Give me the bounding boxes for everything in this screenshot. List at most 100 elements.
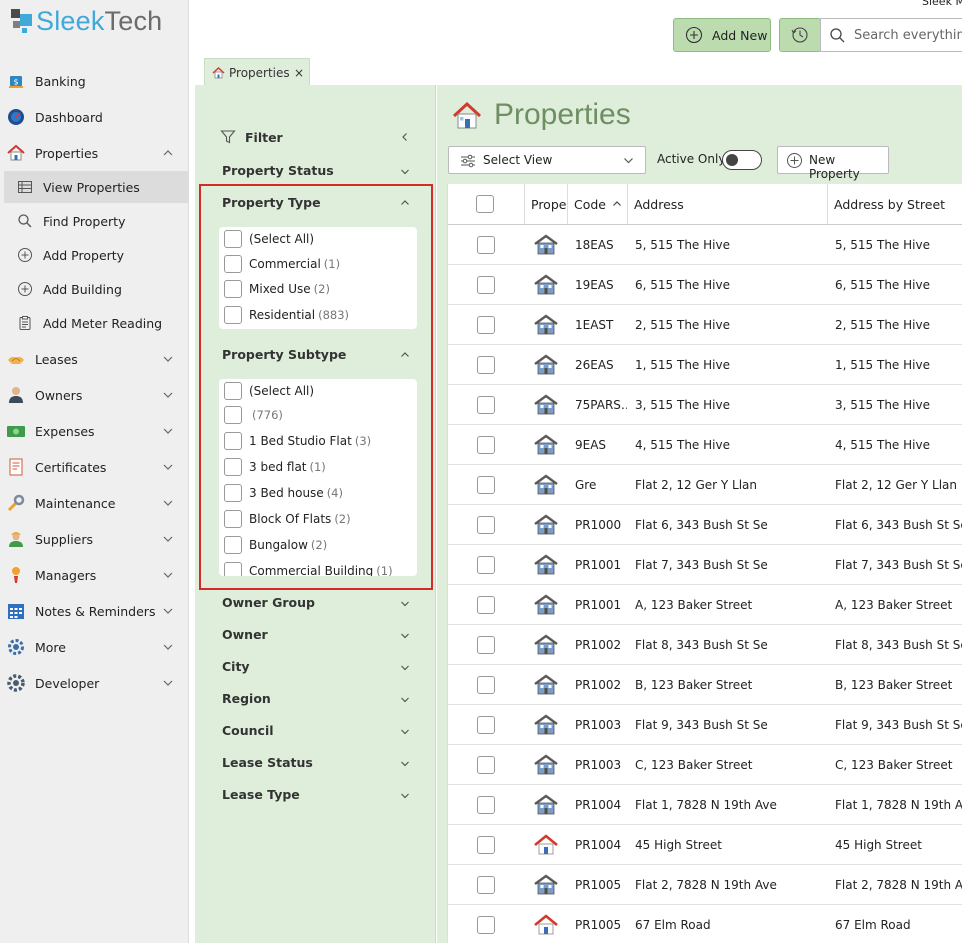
chevron-down-icon[interactable] [400, 166, 410, 176]
sidebar-item-certificates[interactable]: Certificates [0, 452, 189, 482]
row-checkbox[interactable] [477, 436, 495, 454]
sidebar-item-properties[interactable]: Properties [0, 138, 189, 168]
row-checkbox[interactable] [477, 476, 495, 494]
chevron-down-icon[interactable] [400, 726, 410, 736]
chevron-down-icon[interactable] [400, 694, 410, 704]
sidebar-item-suppliers[interactable]: Suppliers [0, 524, 189, 554]
table-row[interactable]: 19EAS 6, 515 The Hive 6, 515 The Hive [448, 265, 962, 305]
chevron-down-icon[interactable] [162, 677, 174, 689]
table-row[interactable]: PR1000 Flat 6, 343 Bush St Se Flat 6, 343 … [448, 505, 962, 545]
sidebar-item-leases[interactable]: Leases [0, 344, 189, 374]
history-button[interactable] [779, 18, 821, 52]
sidebar-item-managers[interactable]: Managers [0, 560, 189, 590]
sidebar-item-expenses[interactable]: Expenses [0, 416, 189, 446]
search-box[interactable]: Search everything [820, 18, 962, 52]
table-row[interactable]: PR1005 67 Elm Road 67 Elm Road [448, 905, 962, 943]
chevron-down-icon[interactable] [400, 598, 410, 608]
chevron-down-icon[interactable] [162, 641, 174, 653]
row-checkbox[interactable] [477, 316, 495, 334]
chevron-down-icon[interactable] [400, 790, 410, 800]
sidebar-item-banking[interactable]: $ Banking [0, 66, 189, 96]
address-by-street-cell: Flat 2, 12 Ger Y Llan [835, 478, 958, 492]
chevron-down-icon[interactable] [162, 533, 174, 545]
select-all-column[interactable] [448, 184, 525, 224]
select-view-dropdown[interactable]: Select View [448, 146, 646, 174]
column-header-prope[interactable]: Prope [525, 184, 568, 224]
table-row[interactable]: PR1002 B, 123 Baker Street B, 123 Baker St… [448, 665, 962, 705]
close-icon[interactable]: × [294, 66, 304, 80]
table-row[interactable]: Gre Flat 2, 12 Ger Y Llan Flat 2, 12 Ger Y… [448, 465, 962, 505]
address-by-street-cell: 4, 515 The Hive [835, 438, 930, 452]
table-row[interactable]: 9EAS 4, 515 The Hive 4, 515 The Hive [448, 425, 962, 465]
chevron-down-icon[interactable] [162, 461, 174, 473]
building-icon [534, 785, 558, 825]
code-cell: PR1005 [575, 918, 622, 932]
row-checkbox[interactable] [477, 836, 495, 854]
table-row[interactable]: PR1003 Flat 9, 343 Bush St Se Flat 9, 343 … [448, 705, 962, 745]
table-row[interactable]: 75PARS… 3, 515 The Hive 3, 515 The Hive [448, 385, 962, 425]
address-by-street-cell: B, 123 Baker Street [835, 678, 953, 692]
add-new-button[interactable]: Add New [673, 18, 771, 52]
chevron-down-icon[interactable] [400, 630, 410, 640]
chevron-down-icon[interactable] [400, 662, 410, 672]
row-checkbox[interactable] [477, 756, 495, 774]
row-checkbox[interactable] [477, 236, 495, 254]
row-checkbox[interactable] [477, 916, 495, 934]
column-header-address[interactable]: Address [628, 184, 828, 224]
column-header-address-by-street[interactable]: Address by Street [828, 184, 962, 224]
sidebar-subitem-add-property[interactable]: Add Property [4, 239, 189, 271]
row-checkbox[interactable] [477, 556, 495, 574]
chevron-down-icon[interactable] [162, 389, 174, 401]
chevron-down-icon[interactable] [162, 605, 174, 617]
sidebar-item-more[interactable]: More [0, 632, 189, 662]
search-input[interactable]: Search everything [854, 28, 962, 43]
select-all-checkbox[interactable] [476, 195, 494, 213]
row-checkbox[interactable] [477, 676, 495, 694]
sidebar-item-maintenance[interactable]: Maintenance [0, 488, 189, 518]
sidebar-subitem-add-building[interactable]: Add Building [4, 273, 189, 305]
new-property-button[interactable]: New Property [777, 146, 889, 181]
chevron-down-icon[interactable] [162, 569, 174, 581]
row-checkbox[interactable] [477, 516, 495, 534]
row-checkbox[interactable] [477, 396, 495, 414]
table-row[interactable]: PR1004 45 High Street 45 High Street [448, 825, 962, 865]
active-only-toggle[interactable] [722, 150, 762, 170]
sidebar-item-dashboard[interactable]: Dashboard [0, 102, 189, 132]
sidebar-item-developer[interactable]: Developer [0, 668, 189, 698]
row-checkbox[interactable] [477, 636, 495, 654]
table-row[interactable]: 26EAS 1, 515 The Hive 1, 515 The Hive [448, 345, 962, 385]
row-checkbox[interactable] [477, 796, 495, 814]
row-checkbox[interactable] [477, 356, 495, 374]
chevron-down-icon[interactable] [162, 497, 174, 509]
table-row[interactable]: PR1001 Flat 7, 343 Bush St Se Flat 7, 343 … [448, 545, 962, 585]
table-row[interactable]: 1EAST 2, 515 The Hive 2, 515 The Hive [448, 305, 962, 345]
history-icon [791, 26, 809, 47]
sidebar-item-label: Suppliers [35, 531, 94, 547]
app-logo[interactable]: SleekTech [8, 4, 162, 38]
row-checkbox[interactable] [477, 716, 495, 734]
table-row[interactable]: PR1003 C, 123 Baker Street C, 123 Baker St… [448, 745, 962, 785]
sidebar-subitem-view-properties[interactable]: View Properties [4, 171, 189, 203]
collapse-filter-icon[interactable] [400, 131, 410, 141]
sidebar-item-label: Developer [35, 675, 100, 691]
table-row[interactable]: PR1005 Flat 2, 7828 N 19th Ave Flat 2, 782… [448, 865, 962, 905]
row-checkbox[interactable] [477, 276, 495, 294]
tab-properties[interactable]: Properties × [204, 58, 310, 86]
table-row[interactable]: PR1004 Flat 1, 7828 N 19th Ave Flat 1, 782… [448, 785, 962, 825]
chevron-down-icon[interactable] [162, 425, 174, 437]
chevron-down-icon[interactable] [162, 353, 174, 365]
sidebar-subitem-find-property[interactable]: Find Property [4, 205, 189, 237]
user-name[interactable]: Sleek M [922, 0, 962, 8]
row-checkbox[interactable] [477, 596, 495, 614]
sidebar-subitem-add-meter-reading[interactable]: Add Meter Reading [4, 307, 189, 339]
chevron-down-icon[interactable] [400, 758, 410, 768]
table-row[interactable]: PR1002 Flat 8, 343 Bush St Se Flat 8, 343 … [448, 625, 962, 665]
chevron-up-icon[interactable] [162, 147, 174, 159]
column-header-code[interactable]: Code [568, 184, 628, 224]
row-checkbox[interactable] [477, 876, 495, 894]
sidebar-item-notes-reminders[interactable]: Notes & Reminders [0, 596, 189, 626]
table-row[interactable]: PR1001 A, 123 Baker Street A, 123 Baker St… [448, 585, 962, 625]
table-row[interactable]: 18EAS 5, 515 The Hive 5, 515 The Hive [448, 225, 962, 265]
filter-group-label: Region [222, 691, 271, 706]
sidebar-item-owners[interactable]: Owners [0, 380, 189, 410]
